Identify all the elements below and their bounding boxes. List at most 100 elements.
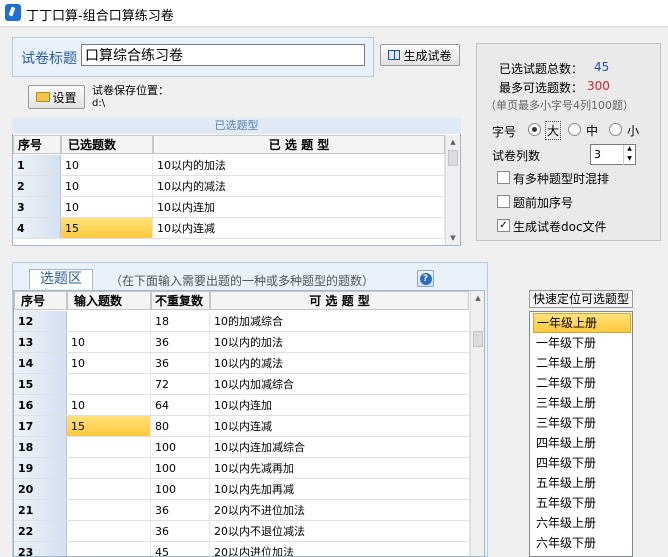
available-type-cell: 10以内先加再减: [210, 479, 470, 499]
table-row[interactable]: 17 15 80 10以内连减: [14, 416, 470, 437]
table-row[interactable]: 23 45 20以内进位加法: [14, 542, 470, 556]
input-count-cell[interactable]: 10: [67, 353, 151, 373]
input-count-cell[interactable]: [67, 521, 151, 541]
font-size-small-label: 小: [627, 124, 640, 138]
table-row[interactable]: 12 18 10的加减综合: [14, 311, 470, 332]
input-count-cell[interactable]: [67, 458, 151, 478]
unique-count-cell: 36: [151, 500, 210, 520]
scroll-up-arrow-icon[interactable]: ▲: [446, 135, 460, 149]
input-count-cell[interactable]: [67, 500, 151, 520]
quick-locate-item[interactable]: 三年级下册: [533, 413, 631, 433]
font-size-medium-radio[interactable]: [568, 123, 581, 136]
paper-title-label: 试卷标题: [21, 51, 77, 67]
paper-title-input[interactable]: [81, 44, 365, 66]
table-row[interactable]: 19 100 10以内先减再加: [14, 458, 470, 479]
save-path-value: d:\: [92, 98, 106, 109]
available-type-cell: 10的加减综合: [210, 311, 470, 331]
scroll-down-arrow-icon[interactable]: ▼: [446, 231, 460, 245]
table-row[interactable]: 3 10 10以内连加: [13, 197, 445, 218]
selected-count-cell[interactable]: 10: [61, 197, 153, 217]
quick-locate-item[interactable]: 六年级上册: [533, 513, 631, 533]
font-size-small-radio[interactable]: [609, 123, 622, 136]
pick-area-tab[interactable]: 选题区: [29, 269, 93, 289]
quick-locate-item[interactable]: 二年级下册: [533, 373, 631, 393]
available-type-cell: 10以内的减法: [210, 353, 470, 373]
selected-grid-scrollbar[interactable]: ▲ ▼: [445, 135, 460, 245]
scroll-up-arrow-icon[interactable]: ▲: [471, 291, 484, 305]
table-row[interactable]: 1 10 10以内的加法: [13, 155, 445, 176]
app-icon: [5, 4, 21, 21]
input-count-cell[interactable]: [67, 437, 151, 457]
input-count-cell[interactable]: [67, 542, 151, 556]
quick-locate-item[interactable]: 三年级上册: [533, 393, 631, 413]
spin-up-arrow-icon[interactable]: ▲: [623, 145, 635, 155]
available-type-cell: 20以内不进位加法: [210, 500, 470, 520]
input-count-cell[interactable]: [67, 374, 151, 394]
unique-count-cell: 36: [151, 521, 210, 541]
selected-types-grid: 序号 已选题数 已 选 题 型 1 10 10以内的加法 2 10 10以内的减…: [12, 118, 461, 246]
help-button[interactable]: ?: [417, 270, 434, 287]
scroll-thumb[interactable]: [473, 331, 483, 347]
table-row[interactable]: 20 100 10以内先加再减: [14, 479, 470, 500]
table-row[interactable]: 22 36 20以内不退位减法: [14, 521, 470, 542]
total-selected-label: 已选试题总数：: [499, 62, 584, 76]
selected-type-cell: 10以内的加法: [153, 155, 445, 175]
available-type-cell: 10以内先减再加: [210, 458, 470, 478]
selected-count-cell[interactable]: 10: [61, 155, 153, 175]
col-header-no: 序号: [14, 291, 67, 310]
pick-grid-scrollbar[interactable]: ▲: [470, 291, 484, 556]
settings-button[interactable]: 设置: [28, 85, 85, 109]
mix-types-checkbox[interactable]: [497, 171, 510, 184]
font-size-large-radio[interactable]: [528, 123, 541, 136]
row-number: 17: [14, 416, 67, 436]
unique-count-cell: 36: [151, 353, 210, 373]
quick-locate-item[interactable]: 五年级下册: [533, 493, 631, 513]
scroll-thumb[interactable]: [448, 150, 458, 166]
spin-down-arrow-icon[interactable]: ▼: [623, 155, 635, 165]
table-row[interactable]: 15 72 10以内加减综合: [14, 374, 470, 395]
selected-type-cell: 10以内的减法: [153, 176, 445, 196]
row-number: 3: [13, 197, 61, 217]
table-row[interactable]: 16 10 64 10以内连加: [14, 395, 470, 416]
col-header-input-count: 输入题数: [67, 291, 151, 310]
generate-doc-checkbox[interactable]: ✓: [497, 219, 510, 232]
pick-area-hint: （在下面输入需要出题的一种或多种题型的题数）: [110, 274, 375, 288]
available-type-cell: 10以内的加法: [210, 332, 470, 352]
row-number: 22: [14, 521, 67, 541]
quick-locate-item[interactable]: 一年级上册: [533, 313, 631, 333]
table-row[interactable]: 13 10 36 10以内的加法: [14, 332, 470, 353]
available-type-cell: 10以内连加减综合: [210, 437, 470, 457]
table-row[interactable]: 21 36 20以内不进位加法: [14, 500, 470, 521]
selected-count-cell[interactable]: 10: [61, 176, 153, 196]
font-size-large-label: 大: [545, 121, 562, 140]
input-count-cell[interactable]: 10: [67, 395, 151, 415]
quick-locate-item[interactable]: 四年级下册: [533, 453, 631, 473]
table-row[interactable]: 18 100 10以内连加减综合: [14, 437, 470, 458]
quick-locate-item[interactable]: 四年级上册: [533, 433, 631, 453]
row-number: 14: [14, 353, 67, 373]
input-count-cell[interactable]: [67, 479, 151, 499]
add-numbers-checkbox[interactable]: [497, 195, 510, 208]
quick-locate-label: 快速定位可选题型: [529, 290, 633, 308]
table-row[interactable]: 2 10 10以内的减法: [13, 176, 445, 197]
unique-count-cell: 36: [151, 332, 210, 352]
input-count-cell[interactable]: [67, 311, 151, 331]
quick-locate-list[interactable]: 一年级上册 一年级下册 二年级上册 二年级下册 三年级上册 三年级下册 四年级上册 四年级下册…: [529, 311, 633, 557]
quick-locate-item[interactable]: 五年级上册: [533, 473, 631, 493]
generate-paper-button[interactable]: 生成试卷: [380, 44, 460, 66]
table-row[interactable]: 14 10 36 10以内的减法: [14, 353, 470, 374]
selected-count-cell-active[interactable]: 15: [61, 218, 153, 238]
quick-locate-item[interactable]: 六年级下册: [533, 533, 631, 553]
columns-spinner[interactable]: 3 ▲ ▼: [590, 144, 636, 165]
table-row[interactable]: 4 15 10以内连减: [13, 218, 445, 239]
quick-locate-item[interactable]: 一年级下册: [533, 333, 631, 353]
input-count-cell[interactable]: 10: [67, 332, 151, 352]
columns-value: 3: [594, 148, 601, 161]
available-type-cell: 10以内加减综合: [210, 374, 470, 394]
quick-locate-item[interactable]: 二年级上册: [533, 353, 631, 373]
input-count-cell[interactable]: 15: [67, 416, 151, 436]
unique-count-cell: 100: [151, 437, 210, 457]
add-numbers-label: 题前加序号: [513, 196, 574, 210]
available-type-cell: 10以内连加: [210, 395, 470, 415]
row-number: 16: [14, 395, 67, 415]
